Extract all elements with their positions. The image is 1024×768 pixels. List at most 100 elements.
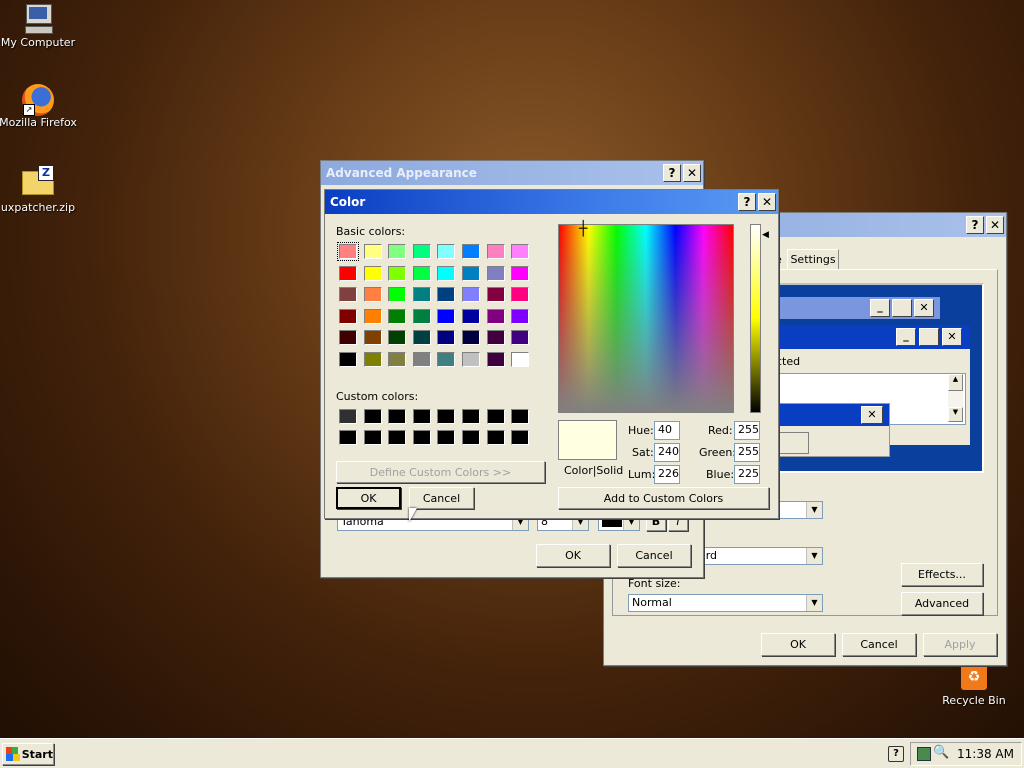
basic-color-swatch[interactable] <box>462 265 480 281</box>
search-icon[interactable]: 🔍 <box>933 745 949 760</box>
help-button[interactable]: ? <box>966 216 984 234</box>
basic-color-swatch[interactable] <box>486 330 505 346</box>
green-input[interactable]: 255 <box>734 443 760 462</box>
basic-color-swatch[interactable] <box>388 308 407 324</box>
start-button[interactable]: Start <box>2 743 54 765</box>
ok-button[interactable]: OK <box>536 544 610 567</box>
custom-color-swatch[interactable] <box>388 430 407 445</box>
desktop-icon-my-computer[interactable]: My Computer <box>0 2 78 49</box>
custom-color-swatch[interactable] <box>437 409 456 424</box>
desktop-icon-uxpatcher[interactable]: Z uxpatcher.zip <box>0 165 78 214</box>
basic-color-swatch[interactable] <box>412 330 431 346</box>
basic-color-swatch[interactable] <box>363 330 382 346</box>
basic-color-swatch[interactable] <box>437 352 456 367</box>
basic-color-swatch[interactable] <box>339 265 357 281</box>
ok-button[interactable]: OK <box>761 633 835 656</box>
custom-color-swatch[interactable] <box>339 409 357 424</box>
basic-color-swatch[interactable] <box>363 287 382 303</box>
custom-color-swatch[interactable] <box>511 409 530 424</box>
basic-color-swatch[interactable] <box>339 352 357 367</box>
font-size-combo[interactable]: Normal ▼ <box>628 594 823 612</box>
blue-input[interactable]: 225 <box>734 465 760 484</box>
basic-color-swatch[interactable] <box>412 244 431 259</box>
basic-color-swatch[interactable] <box>388 352 407 367</box>
tab-settings[interactable]: Settings <box>787 249 839 269</box>
cancel-button[interactable]: Cancel <box>617 544 691 567</box>
custom-color-swatch[interactable] <box>462 409 480 424</box>
basic-color-swatch[interactable] <box>388 287 407 303</box>
sat-input[interactable]: 240 <box>654 443 680 462</box>
custom-color-swatch[interactable] <box>363 430 382 445</box>
basic-color-swatch[interactable] <box>337 242 359 261</box>
basic-color-swatch[interactable] <box>486 244 505 259</box>
basic-color-swatch[interactable] <box>339 308 357 324</box>
effects-button[interactable]: Effects... <box>901 563 983 586</box>
basic-color-swatch[interactable] <box>363 265 382 281</box>
basic-color-swatch[interactable] <box>486 352 505 367</box>
custom-color-swatch[interactable] <box>486 409 505 424</box>
help-button[interactable]: ? <box>663 164 681 182</box>
basic-color-swatch[interactable] <box>339 287 357 303</box>
custom-color-swatch[interactable] <box>437 430 456 445</box>
close-button[interactable]: ✕ <box>986 216 1004 234</box>
basic-color-swatch[interactable] <box>437 287 456 303</box>
custom-color-swatch[interactable] <box>412 409 431 424</box>
basic-color-swatch[interactable] <box>462 352 480 367</box>
custom-color-swatch[interactable] <box>363 409 382 424</box>
basic-color-swatch[interactable] <box>486 308 505 324</box>
basic-color-swatch[interactable] <box>412 265 431 281</box>
desktop-icon-recycle-bin[interactable]: ♻ Recycle Bin <box>934 664 1014 707</box>
custom-color-swatch[interactable] <box>339 430 357 445</box>
basic-color-swatch[interactable] <box>437 330 456 346</box>
custom-color-swatch[interactable] <box>511 430 530 445</box>
basic-color-swatch[interactable] <box>511 265 530 281</box>
basic-color-swatch[interactable] <box>437 308 456 324</box>
basic-color-swatch[interactable] <box>486 287 505 303</box>
basic-color-swatch[interactable] <box>339 330 357 346</box>
ok-button[interactable]: OK <box>336 487 401 509</box>
basic-color-swatch[interactable] <box>486 265 505 281</box>
help-button[interactable]: ? <box>738 193 756 211</box>
desktop-icon-firefox[interactable]: ↗ Mozilla Firefox <box>0 84 78 129</box>
apply-button[interactable]: Apply <box>923 633 997 656</box>
close-button[interactable]: ✕ <box>758 193 776 211</box>
basic-color-swatch[interactable] <box>437 265 456 281</box>
add-to-custom-colors-button[interactable]: Add to Custom Colors <box>558 487 769 509</box>
basic-color-swatch[interactable] <box>462 330 480 346</box>
close-button[interactable]: ✕ <box>683 164 701 182</box>
basic-color-swatch[interactable] <box>511 287 530 303</box>
luminance-arrow-icon[interactable]: ◀ <box>762 230 769 240</box>
basic-color-swatch[interactable] <box>363 352 382 367</box>
basic-color-swatch[interactable] <box>363 244 382 259</box>
basic-color-swatch[interactable] <box>511 308 530 324</box>
basic-color-swatch[interactable] <box>511 352 530 367</box>
basic-color-swatch[interactable] <box>462 287 480 303</box>
basic-color-swatch[interactable] <box>388 265 407 281</box>
custom-color-swatch[interactable] <box>388 409 407 424</box>
basic-color-swatch[interactable] <box>462 308 480 324</box>
luminance-bar[interactable] <box>750 224 761 413</box>
basic-color-swatch[interactable] <box>388 244 407 259</box>
tray-help-icon[interactable]: ? <box>888 746 904 762</box>
network-icon[interactable] <box>917 747 931 761</box>
custom-color-swatch[interactable] <box>486 430 505 445</box>
advanced-button[interactable]: Advanced <box>901 592 983 615</box>
lum-input[interactable]: 226 <box>654 465 680 484</box>
custom-color-swatch[interactable] <box>412 430 431 445</box>
color-dialog-titlebar[interactable]: Color <box>325 190 778 214</box>
red-input[interactable]: 255 <box>734 421 760 440</box>
custom-color-swatch[interactable] <box>462 430 480 445</box>
basic-color-swatch[interactable] <box>388 330 407 346</box>
basic-color-swatch[interactable] <box>412 308 431 324</box>
advanced-appearance-titlebar[interactable]: Advanced Appearance <box>321 161 703 185</box>
cancel-button[interactable]: Cancel <box>842 633 916 656</box>
basic-color-swatch[interactable] <box>511 244 530 259</box>
basic-color-swatch[interactable] <box>511 330 530 346</box>
color-spectrum[interactable]: ┼ <box>558 222 734 413</box>
hue-input[interactable]: 40 <box>654 421 680 440</box>
basic-color-swatch[interactable] <box>363 308 382 324</box>
basic-color-swatch[interactable] <box>462 244 480 259</box>
basic-color-swatch[interactable] <box>412 352 431 367</box>
basic-color-swatch[interactable] <box>412 287 431 303</box>
define-custom-colors-button[interactable]: Define Custom Colors >> <box>336 461 545 483</box>
